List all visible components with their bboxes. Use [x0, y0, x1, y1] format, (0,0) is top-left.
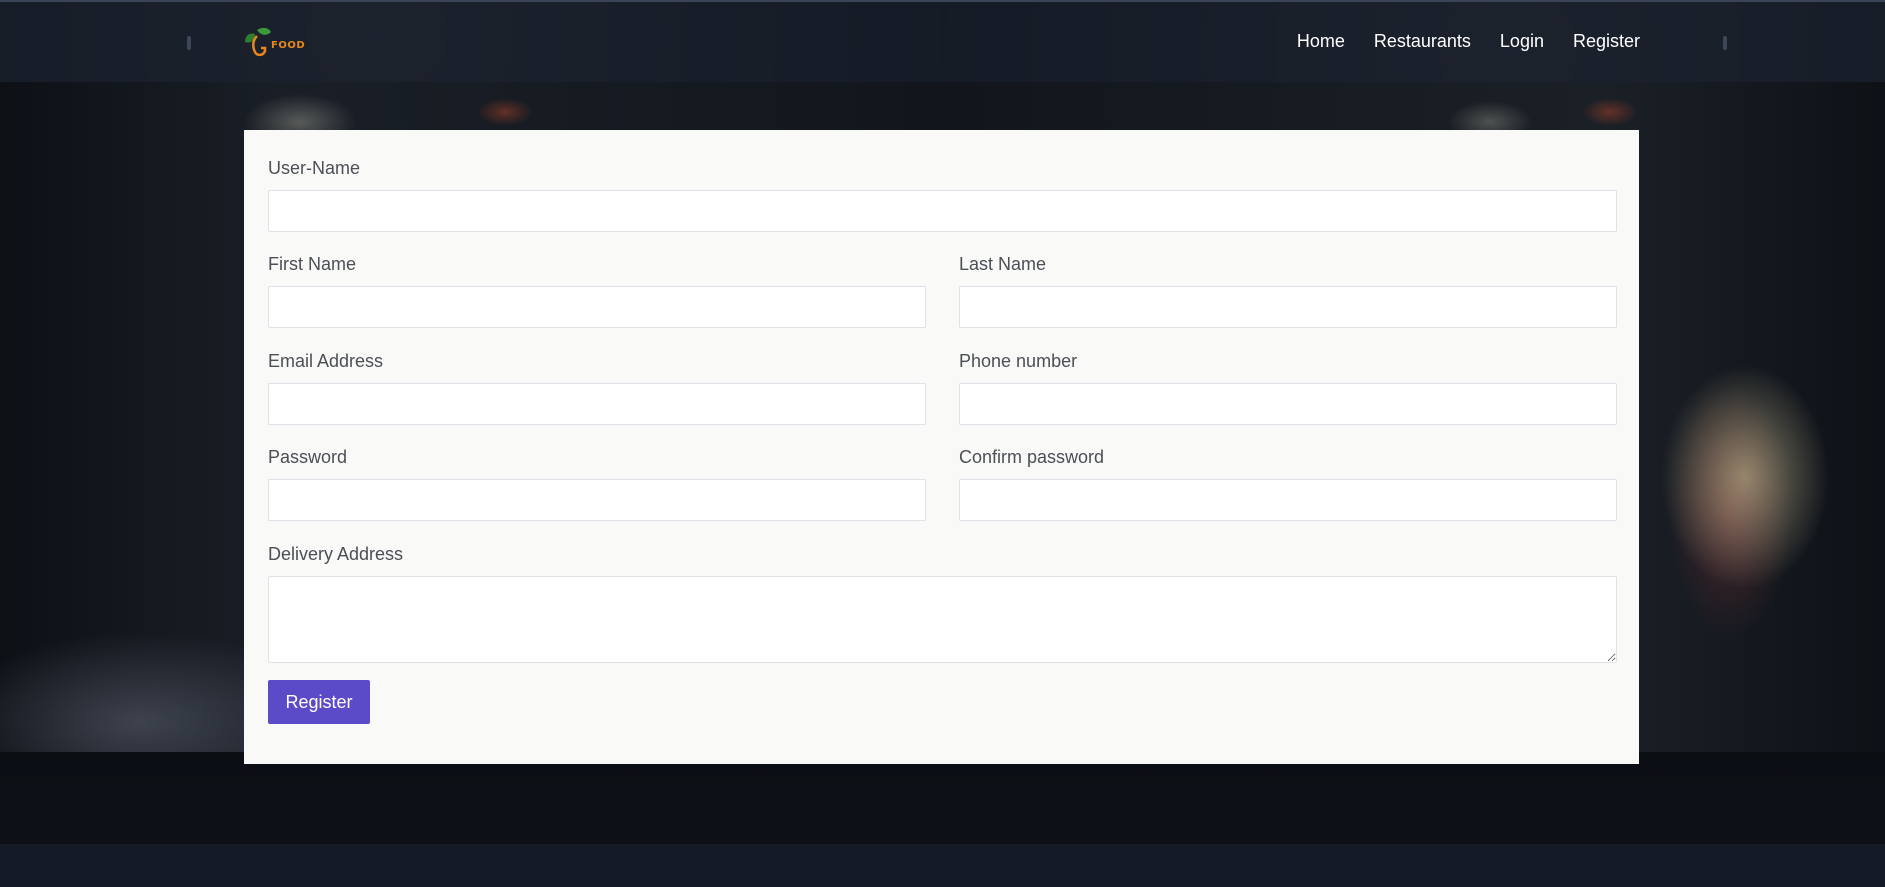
username-input[interactable] — [268, 190, 1617, 232]
first-name-label: First Name — [268, 254, 357, 274]
footer-bar — [0, 844, 1885, 887]
page: FOOD Home Restaurants Login Register Use… — [0, 0, 1885, 887]
nav-register-link[interactable]: Register — [1573, 31, 1640, 52]
navbar: FOOD Home Restaurants Login Register — [0, 0, 1885, 82]
password-input[interactable] — [268, 479, 926, 521]
brand-logo[interactable]: FOOD — [243, 24, 313, 64]
confirm-password-label: Confirm password — [959, 447, 1105, 467]
nav-restaurants-link[interactable]: Restaurants — [1374, 31, 1471, 52]
register-button[interactable]: Register — [268, 680, 370, 724]
email-label: Email Address — [268, 351, 384, 371]
last-name-input[interactable] — [959, 286, 1617, 328]
logo-text: FOOD — [271, 40, 306, 51]
hero-bottom-band — [0, 752, 1885, 844]
username-label: User-Name — [268, 158, 361, 178]
nav-menu: Home Restaurants Login Register — [1297, 31, 1640, 52]
password-label: Password — [268, 447, 348, 467]
confirm-password-input[interactable] — [959, 479, 1617, 521]
phone-input[interactable] — [959, 383, 1617, 425]
delivery-address-label: Delivery Address — [268, 544, 404, 564]
decorative-pin — [1723, 36, 1727, 50]
register-form: User-Name First Name Last Name Email Add… — [244, 130, 1639, 764]
nav-login-link[interactable]: Login — [1500, 31, 1544, 52]
first-name-input[interactable] — [268, 286, 926, 328]
last-name-label: Last Name — [959, 254, 1047, 274]
nav-home-link[interactable]: Home — [1297, 31, 1345, 52]
delivery-address-textarea[interactable] — [268, 576, 1617, 663]
decorative-pin — [187, 36, 191, 50]
phone-label: Phone number — [959, 351, 1078, 371]
email-input[interactable] — [268, 383, 926, 425]
